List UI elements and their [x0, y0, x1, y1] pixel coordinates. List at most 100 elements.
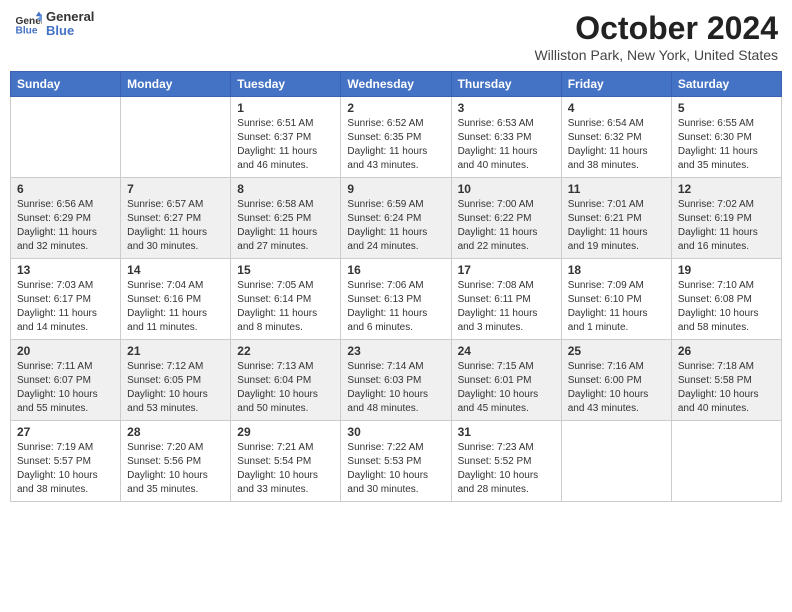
calendar-day-cell: [671, 421, 781, 502]
day-detail: Sunrise: 6:51 AM Sunset: 6:37 PM Dayligh…: [237, 117, 334, 173]
day-number: 15: [237, 263, 334, 277]
calendar-day-cell: [11, 97, 121, 178]
day-detail: Sunrise: 7:20 AM Sunset: 5:56 PM Dayligh…: [127, 441, 224, 497]
day-number: 18: [568, 263, 665, 277]
calendar-day-cell: 7 Sunrise: 6:57 AM Sunset: 6:27 PM Daylig…: [121, 178, 231, 259]
calendar-day-cell: 14Sunrise: 7:04 AM Sunset: 6:16 PM Dayli…: [121, 259, 231, 340]
day-number: 8: [237, 182, 334, 196]
calendar-day-cell: 6 Sunrise: 6:56 AM Sunset: 6:29 PM Daylig…: [11, 178, 121, 259]
logo: General Blue General Blue: [14, 10, 94, 39]
calendar-day-cell: 10 Sunrise: 7:00 AM Sunset: 6:22 PM Dayli…: [451, 178, 561, 259]
day-number: 25: [568, 344, 665, 358]
day-detail: Sunrise: 7:13 AM Sunset: 6:04 PM Dayligh…: [237, 360, 334, 416]
day-number: 11: [568, 182, 665, 196]
day-number: 20: [17, 344, 114, 358]
calendar-day-cell: 11 Sunrise: 7:01 AM Sunset: 6:21 PM Dayli…: [561, 178, 671, 259]
calendar-day-cell: 3Sunrise: 6:53 AM Sunset: 6:33 PM Daylig…: [451, 97, 561, 178]
calendar-day-cell: 15 Sunrise: 7:05 AM Sunset: 6:14 PM Dayli…: [231, 259, 341, 340]
calendar-week-row: 20Sunrise: 7:11 AM Sunset: 6:07 PM Dayli…: [11, 340, 782, 421]
day-of-week-header: Thursday: [451, 72, 561, 97]
calendar-day-cell: 2Sunrise: 6:52 AM Sunset: 6:35 PM Daylig…: [341, 97, 451, 178]
calendar-day-cell: 16 Sunrise: 7:06 AM Sunset: 6:13 PM Dayli…: [341, 259, 451, 340]
day-detail: Sunrise: 7:15 AM Sunset: 6:01 PM Dayligh…: [458, 360, 555, 416]
day-number: 2: [347, 101, 444, 115]
day-number: 16: [347, 263, 444, 277]
day-number: 26: [678, 344, 775, 358]
day-number: 29: [237, 425, 334, 439]
day-detail: Sunrise: 7:00 AM Sunset: 6:22 PM Dayligh…: [458, 198, 555, 254]
day-detail: Sunrise: 7:18 AM Sunset: 5:58 PM Dayligh…: [678, 360, 775, 416]
calendar-day-cell: 27Sunrise: 7:19 AM Sunset: 5:57 PM Dayli…: [11, 421, 121, 502]
day-number: 7: [127, 182, 224, 196]
svg-text:Blue: Blue: [16, 26, 38, 37]
calendar-header-row: SundayMondayTuesdayWednesdayThursdayFrid…: [11, 72, 782, 97]
page-header: General Blue General Blue October 2024 W…: [10, 10, 782, 63]
logo-text: General Blue: [46, 10, 94, 39]
logo-icon: General Blue: [14, 10, 42, 38]
day-detail: Sunrise: 7:09 AM Sunset: 6:10 PM Dayligh…: [568, 279, 665, 335]
calendar-day-cell: [121, 97, 231, 178]
day-number: 4: [568, 101, 665, 115]
day-number: 12: [678, 182, 775, 196]
logo-line1: General: [46, 10, 94, 24]
calendar-title: October 2024: [534, 10, 778, 47]
title-block: October 2024 Williston Park, New York, U…: [534, 10, 778, 63]
day-detail: Sunrise: 7:10 AM Sunset: 6:08 PM Dayligh…: [678, 279, 775, 335]
day-detail: Sunrise: 7:08 AM Sunset: 6:11 PM Dayligh…: [458, 279, 555, 335]
calendar-day-cell: 28 Sunrise: 7:20 AM Sunset: 5:56 PM Dayli…: [121, 421, 231, 502]
calendar-day-cell: 22Sunrise: 7:13 AM Sunset: 6:04 PM Dayli…: [231, 340, 341, 421]
day-number: 10: [458, 182, 555, 196]
calendar-day-cell: 1Sunrise: 6:51 AM Sunset: 6:37 PM Daylig…: [231, 97, 341, 178]
day-number: 5: [678, 101, 775, 115]
day-detail: Sunrise: 7:12 AM Sunset: 6:05 PM Dayligh…: [127, 360, 224, 416]
day-detail: Sunrise: 7:06 AM Sunset: 6:13 PM Dayligh…: [347, 279, 444, 335]
day-number: 30: [347, 425, 444, 439]
day-number: 27: [17, 425, 114, 439]
calendar-day-cell: 19 Sunrise: 7:10 AM Sunset: 6:08 PM Dayli…: [671, 259, 781, 340]
calendar-day-cell: 21 Sunrise: 7:12 AM Sunset: 6:05 PM Dayli…: [121, 340, 231, 421]
calendar-week-row: 6 Sunrise: 6:56 AM Sunset: 6:29 PM Daylig…: [11, 178, 782, 259]
calendar-day-cell: 18 Sunrise: 7:09 AM Sunset: 6:10 PM Dayli…: [561, 259, 671, 340]
day-of-week-header: Friday: [561, 72, 671, 97]
day-detail: Sunrise: 7:02 AM Sunset: 6:19 PM Dayligh…: [678, 198, 775, 254]
day-number: 13: [17, 263, 114, 277]
day-detail: Sunrise: 6:58 AM Sunset: 6:25 PM Dayligh…: [237, 198, 334, 254]
day-detail: Sunrise: 6:59 AM Sunset: 6:24 PM Dayligh…: [347, 198, 444, 254]
day-number: 6: [17, 182, 114, 196]
calendar-day-cell: 12 Sunrise: 7:02 AM Sunset: 6:19 PM Dayli…: [671, 178, 781, 259]
day-detail: Sunrise: 7:22 AM Sunset: 5:53 PM Dayligh…: [347, 441, 444, 497]
day-of-week-header: Sunday: [11, 72, 121, 97]
calendar-day-cell: 13Sunrise: 7:03 AM Sunset: 6:17 PM Dayli…: [11, 259, 121, 340]
calendar-day-cell: 29 Sunrise: 7:21 AM Sunset: 5:54 PM Dayli…: [231, 421, 341, 502]
day-number: 21: [127, 344, 224, 358]
day-detail: Sunrise: 7:01 AM Sunset: 6:21 PM Dayligh…: [568, 198, 665, 254]
day-number: 28: [127, 425, 224, 439]
day-number: 19: [678, 263, 775, 277]
day-detail: Sunrise: 7:05 AM Sunset: 6:14 PM Dayligh…: [237, 279, 334, 335]
day-of-week-header: Saturday: [671, 72, 781, 97]
calendar-day-cell: 26 Sunrise: 7:18 AM Sunset: 5:58 PM Dayli…: [671, 340, 781, 421]
calendar-day-cell: 23Sunrise: 7:14 AM Sunset: 6:03 PM Dayli…: [341, 340, 451, 421]
calendar-week-row: 27Sunrise: 7:19 AM Sunset: 5:57 PM Dayli…: [11, 421, 782, 502]
calendar-day-cell: 31 Sunrise: 7:23 AM Sunset: 5:52 PM Dayli…: [451, 421, 561, 502]
day-of-week-header: Monday: [121, 72, 231, 97]
day-detail: Sunrise: 7:21 AM Sunset: 5:54 PM Dayligh…: [237, 441, 334, 497]
day-detail: Sunrise: 7:14 AM Sunset: 6:03 PM Dayligh…: [347, 360, 444, 416]
calendar-day-cell: 8 Sunrise: 6:58 AM Sunset: 6:25 PM Daylig…: [231, 178, 341, 259]
day-number: 14: [127, 263, 224, 277]
day-number: 9: [347, 182, 444, 196]
calendar-day-cell: 30 Sunrise: 7:22 AM Sunset: 5:53 PM Dayli…: [341, 421, 451, 502]
day-detail: Sunrise: 6:55 AM Sunset: 6:30 PM Dayligh…: [678, 117, 775, 173]
calendar-table: SundayMondayTuesdayWednesdayThursdayFrid…: [10, 71, 782, 502]
day-detail: Sunrise: 6:57 AM Sunset: 6:27 PM Dayligh…: [127, 198, 224, 254]
calendar-week-row: 1Sunrise: 6:51 AM Sunset: 6:37 PM Daylig…: [11, 97, 782, 178]
day-detail: Sunrise: 7:23 AM Sunset: 5:52 PM Dayligh…: [458, 441, 555, 497]
calendar-day-cell: [561, 421, 671, 502]
calendar-day-cell: 5 Sunrise: 6:55 AM Sunset: 6:30 PM Daylig…: [671, 97, 781, 178]
calendar-week-row: 13Sunrise: 7:03 AM Sunset: 6:17 PM Dayli…: [11, 259, 782, 340]
day-number: 17: [458, 263, 555, 277]
day-of-week-header: Wednesday: [341, 72, 451, 97]
day-of-week-header: Tuesday: [231, 72, 341, 97]
day-number: 31: [458, 425, 555, 439]
day-detail: Sunrise: 6:56 AM Sunset: 6:29 PM Dayligh…: [17, 198, 114, 254]
